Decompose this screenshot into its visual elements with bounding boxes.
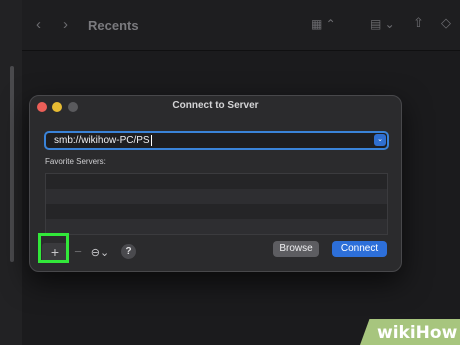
- watermark-logo: wikiHow: [377, 323, 458, 343]
- share-icon[interactable]: ⇧: [413, 16, 424, 29]
- list-item[interactable]: [46, 174, 387, 189]
- favorite-servers-label: Favorite Servers:: [45, 157, 106, 166]
- connect-button[interactable]: Connect: [332, 241, 387, 257]
- window-title: Recents: [88, 18, 139, 33]
- browse-button[interactable]: Browse: [273, 241, 319, 257]
- server-address-input[interactable]: smb://wikihow-PC/PS ⌄: [44, 131, 389, 150]
- list-item[interactable]: [46, 189, 387, 204]
- connect-to-server-dialog: Connect to Server smb://wikihow-PC/PS ⌄ …: [29, 95, 402, 272]
- help-button[interactable]: ?: [121, 244, 136, 259]
- grid-view-icon[interactable]: ▦ ⌃: [311, 18, 336, 30]
- finder-sidebar: [0, 0, 23, 345]
- list-item[interactable]: [46, 204, 387, 219]
- sidebar-scrollbar[interactable]: [10, 66, 14, 262]
- server-address-text: smb://wikihow-PC/PS: [54, 134, 152, 146]
- chevron-down-icon[interactable]: ⌄: [374, 134, 386, 146]
- tag-icon[interactable]: ◇: [441, 16, 451, 29]
- list-item[interactable]: [46, 219, 387, 234]
- back-icon[interactable]: ‹: [36, 17, 41, 32]
- add-button-highlight: [38, 233, 69, 263]
- remove-server-button[interactable]: −: [71, 244, 85, 262]
- group-by-icon[interactable]: ▤ ⌄: [370, 18, 395, 30]
- more-options-button[interactable]: ⊖⌄: [88, 245, 112, 261]
- dialog-title: Connect to Server: [172, 100, 259, 111]
- favorite-servers-list[interactable]: [45, 173, 388, 235]
- forward-icon[interactable]: ›: [63, 17, 68, 32]
